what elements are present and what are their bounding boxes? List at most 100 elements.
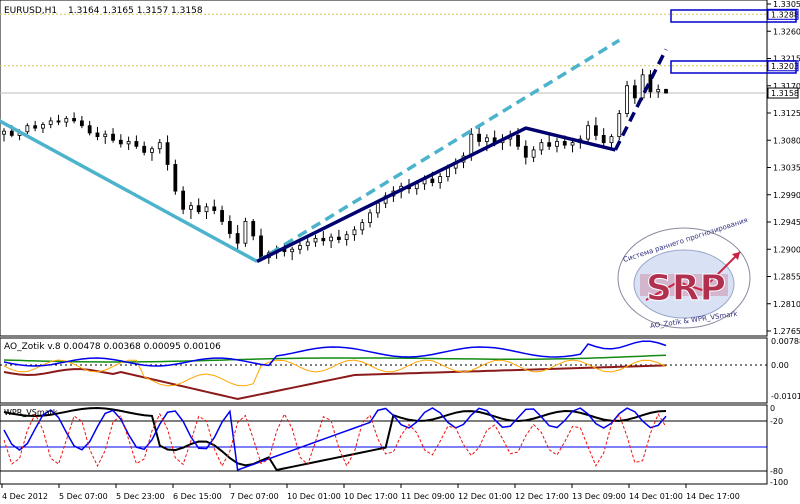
candle-body xyxy=(438,176,443,184)
candle-body xyxy=(251,220,256,237)
time-axis-label: 5 Dec 23:00 xyxy=(116,492,165,501)
time-axis-label: 12 Dec 17:00 xyxy=(515,492,569,501)
candle-body xyxy=(625,85,629,115)
candle-body xyxy=(477,133,481,142)
time-axis-label: 11 Dec 09:00 xyxy=(401,492,455,501)
price-axis-label: 1.2945 xyxy=(773,218,800,227)
candle-body xyxy=(227,220,232,234)
candle-body xyxy=(95,132,100,138)
logo-letters: SRP xyxy=(646,268,726,309)
candle-body xyxy=(142,145,147,153)
candle-body xyxy=(157,142,162,150)
candle-body xyxy=(555,141,559,147)
time-axis-label: 10 Dec 01:00 xyxy=(287,492,341,501)
candle-body xyxy=(118,139,123,145)
candle-body xyxy=(570,142,575,146)
candle-body xyxy=(313,237,318,243)
ao-axis-label-top: 0.00788 xyxy=(771,337,800,346)
candle-body xyxy=(9,130,14,136)
candle-body xyxy=(181,190,186,210)
symbol-header: EURUSD,H1 xyxy=(4,6,57,16)
wpr-header: WPR_VSmark xyxy=(4,408,58,417)
candle-body xyxy=(601,135,606,144)
price-axis-label: 1.3305 xyxy=(773,0,800,9)
candle-body xyxy=(243,220,248,244)
time-axis-label: 14 Dec 17:00 xyxy=(686,492,740,501)
wpr-pane-frame xyxy=(0,404,768,485)
candle-body xyxy=(594,125,598,136)
wpr-indicator-pane: WPR_VSmark xyxy=(0,404,768,485)
candle-body xyxy=(165,142,170,165)
candle-body xyxy=(640,74,645,99)
price-axis-label: 1.3125 xyxy=(773,109,800,118)
candle-body xyxy=(562,141,567,146)
candle-body xyxy=(33,125,38,129)
candle-body xyxy=(664,88,668,94)
candle-body xyxy=(79,120,84,127)
time-axis-label: 7 Dec 07:00 xyxy=(230,492,279,501)
time-axis-label: 14 Dec 01:00 xyxy=(629,492,683,501)
candle-body xyxy=(189,205,193,210)
price-axis-label: 1.2810 xyxy=(773,300,800,309)
price-axis-label: 1.2765 xyxy=(773,327,800,336)
candle-body xyxy=(632,85,637,99)
price-flag-label: 1.3288 xyxy=(771,10,799,19)
candle-body xyxy=(329,236,334,242)
candle-body xyxy=(150,148,154,153)
candle-body xyxy=(609,136,614,144)
ao-header: AO_Zotik v.8 0.00478 0.00368 0.00095 0.0… xyxy=(4,342,221,352)
price-axis: 1.33051.32601.32151.31701.31251.30801.30… xyxy=(767,0,800,336)
candle-body xyxy=(111,133,115,141)
wpr-axis-label-100: -100 xyxy=(770,478,788,487)
ohlc-header: 1.3164 1.3165 1.3157 1.3158 xyxy=(68,6,203,16)
ao-axis-label-bottom: -0.0101 xyxy=(771,392,800,401)
candle-body xyxy=(259,235,263,259)
candle-body xyxy=(321,237,326,242)
candle-body xyxy=(204,206,209,213)
time-axis-label: 10 Dec 17:00 xyxy=(344,492,398,501)
wpr-axis-label-0: 0 xyxy=(770,404,775,413)
candle-body xyxy=(430,178,435,184)
candle-body xyxy=(617,113,622,138)
candle-body xyxy=(484,137,489,142)
wpr-axis-label-20: -20 xyxy=(770,417,783,426)
candle-body xyxy=(212,206,217,211)
price-axis-label: 1.3260 xyxy=(773,27,800,36)
time-axis-label: 4 Dec 2012 xyxy=(2,492,48,501)
candle-body xyxy=(173,164,178,192)
candle-body xyxy=(305,241,310,247)
candle-body xyxy=(352,229,357,236)
time-axis-label: 6 Dec 15:00 xyxy=(173,492,222,501)
price-flag-label: 1.3158 xyxy=(771,89,799,98)
candle-body xyxy=(72,118,76,122)
candle-body xyxy=(290,248,295,253)
candle-body xyxy=(368,212,372,224)
price-axis-label: 1.2990 xyxy=(773,191,800,200)
candle-body xyxy=(360,222,365,231)
candle-body xyxy=(134,141,139,147)
candle-body xyxy=(336,236,341,240)
candle-body xyxy=(344,234,349,240)
ao-axis-label-zero: 0.00 xyxy=(771,361,789,370)
candle-body xyxy=(48,120,53,125)
candle-body xyxy=(516,135,520,147)
price-flag-label: 1.3203 xyxy=(771,62,799,71)
candle-body xyxy=(41,124,45,129)
candle-body xyxy=(547,142,552,147)
candle-body xyxy=(531,149,536,158)
candle-body xyxy=(446,167,450,177)
candle-body xyxy=(523,145,528,158)
candle-body xyxy=(2,130,6,135)
candle-body xyxy=(87,125,92,134)
time-axis-label: 5 Dec 07:00 xyxy=(59,492,108,501)
ao-indicator-pane: AO_Zotik v.8 0.00478 0.00368 0.00095 0.0… xyxy=(0,337,768,404)
ao-axis: 0.00788 0.00 -0.0101 xyxy=(771,337,800,401)
candle-body xyxy=(64,118,69,123)
price-axis-label: 1.2855 xyxy=(773,273,800,282)
chart-canvas: EURUSD,H1 1.3164 1.3165 1.3157 1.3158 1.… xyxy=(0,0,800,501)
candle-body xyxy=(656,88,661,93)
candle-body xyxy=(586,125,591,140)
price-axis-label: 1.3035 xyxy=(773,164,800,173)
wpr-axis-label-80: -80 xyxy=(770,467,783,476)
time-axis-label: 12 Dec 01:00 xyxy=(458,492,512,501)
